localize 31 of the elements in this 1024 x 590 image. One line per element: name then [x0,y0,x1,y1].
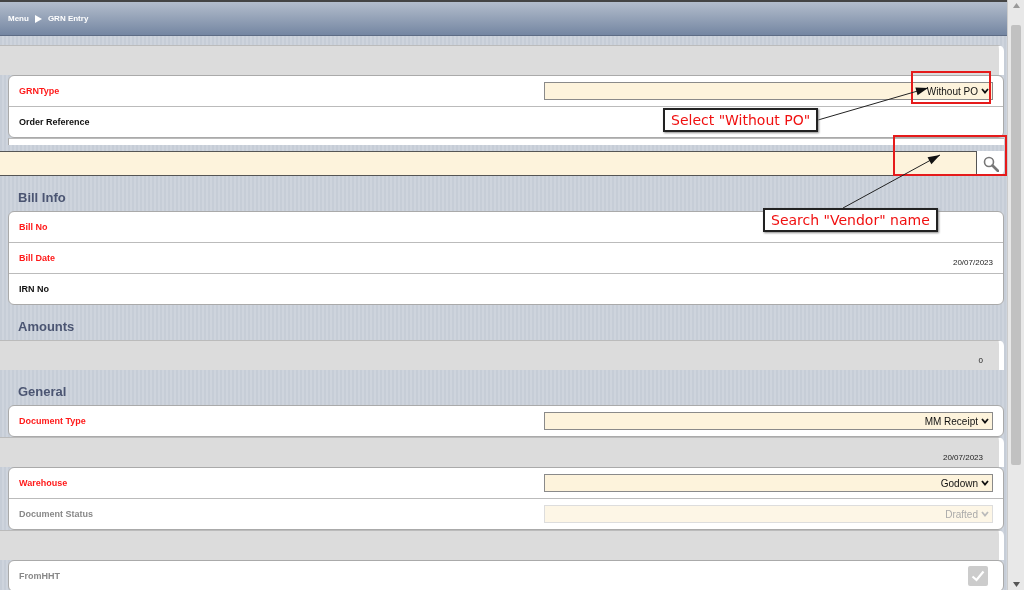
chevron-icon [981,480,989,486]
search-icon[interactable] [982,155,999,172]
field-label: IRN No [19,284,49,294]
field-label: Bill No [19,222,48,232]
dropdown[interactable]: MM Receipt [544,412,993,430]
field-value: 20/07/2023 [952,258,993,269]
section-heading: Bill Info [18,190,66,205]
dropdown[interactable]: Godown [544,474,993,492]
callout-label: Select "Without PO" [663,108,819,132]
chevron-icon [981,511,989,517]
field-label: Bill Date [19,253,55,263]
scroll-up-icon[interactable] [1012,3,1020,8]
chevron-icon [981,88,989,94]
arrow-icon [34,14,42,23]
chevron-icon [981,418,989,424]
scrollbar[interactable] [1008,0,1024,590]
scroll-down-icon[interactable] [1012,582,1020,587]
dropdown[interactable]: Without PO [544,82,993,100]
search-field[interactable] [0,151,977,176]
field-label: GRNType [19,86,60,96]
field-value: 20/07/2023 [942,453,983,462]
field-label: Order Reference [19,117,90,127]
field-label: FromHHT [19,571,60,581]
field-label: Document Status [19,509,93,519]
field-label: Document Type [19,416,86,426]
section-heading: General [18,384,67,399]
field-label: Warehouse [19,478,68,488]
check-icon [971,570,985,582]
field-value: 0 [978,356,983,365]
section-heading: Amounts [18,319,75,334]
callout-label: Search "Vendor" name [763,208,938,232]
